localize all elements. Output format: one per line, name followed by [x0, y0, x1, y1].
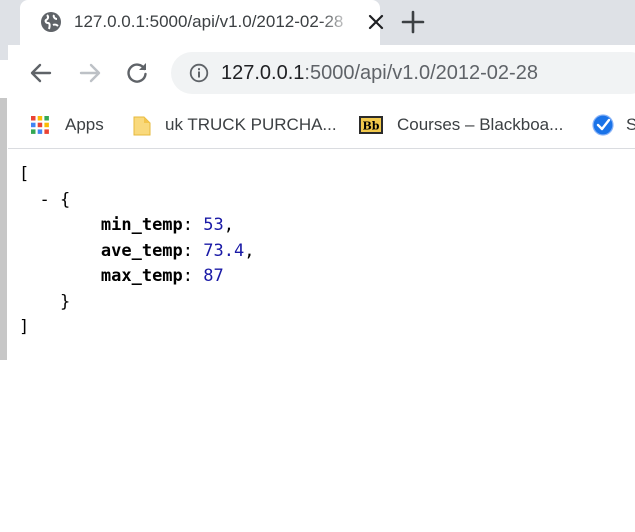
bookmarks-bar: Apps uk TRUCK PURCHA... Bb Courses – Bla… [8, 102, 635, 149]
json-field-row: min_temp: 53, [100, 215, 234, 235]
url-text[interactable]: 127.0.0.1:5000/api/v1.0/2012-02-28 [221, 61, 538, 85]
page-left-edge [0, 98, 7, 360]
url-path: :5000/api/v1.0/2012-02-28 [304, 62, 538, 84]
json-key: min_temp [100, 215, 183, 235]
folder-icon [132, 115, 152, 136]
bookmark-uk-truck[interactable]: uk TRUCK PURCHA... [132, 111, 337, 139]
tab-title: 127.0.0.1:5000/api/v1.0/2012-02-28 [74, 12, 344, 31]
new-tab-plus-icon[interactable] [400, 9, 426, 35]
json-key: max_temp [100, 266, 183, 286]
bookmark-label: S [626, 115, 635, 134]
back-arrow-icon[interactable] [28, 60, 54, 86]
bookmark-label: uk TRUCK PURCHA... [165, 115, 337, 134]
json-key: ave_temp [100, 240, 183, 261]
open-brace: { [59, 189, 71, 210]
json-field-row: ave_temp: 73.4, [100, 240, 255, 261]
apps-grid-icon [30, 115, 50, 135]
json-line: } [19, 290, 619, 316]
json-viewer: [ - { min_temp: 53, ave_temp: 73.4, max_… [19, 162, 619, 341]
svg-text:Bb: Bb [363, 120, 380, 133]
bookmark-s[interactable]: S [592, 111, 635, 139]
blackboard-icon: Bb [359, 115, 383, 135]
json-number-value: 73.4 [203, 240, 245, 261]
json-separator: , [223, 215, 234, 235]
tab-title-fade [320, 8, 354, 36]
json-number-value: 87 [203, 266, 224, 286]
address-bar[interactable]: 127.0.0.1:5000/api/v1.0/2012-02-28 [171, 52, 635, 94]
collapse-toggle[interactable]: - [39, 190, 49, 210]
tab-strip: 127.0.0.1:5000/api/v1.0/2012-02-28 [0, 0, 635, 45]
close-bracket: ] [19, 317, 30, 337]
window-edge [0, 45, 8, 60]
close-brace: } [59, 291, 71, 312]
bookmark-label: Apps [65, 115, 104, 134]
browser-tab[interactable]: 127.0.0.1:5000/api/v1.0/2012-02-28 [20, 0, 384, 45]
forward-arrow-icon[interactable] [77, 60, 103, 86]
json-number-value: 53 [203, 215, 224, 235]
open-bracket: [ [19, 164, 30, 184]
json-line: [ [19, 162, 619, 188]
browser-toolbar: 127.0.0.1:5000/api/v1.0/2012-02-28 [8, 45, 635, 102]
json-line: ] [19, 315, 619, 341]
json-separator: , [244, 240, 255, 261]
globe-icon [40, 11, 62, 33]
json-line: - { [19, 188, 619, 214]
close-icon[interactable] [366, 12, 386, 32]
bookmark-apps[interactable]: Apps [30, 111, 110, 139]
info-icon[interactable] [189, 63, 209, 83]
bookmark-label: Courses – Blackboa... [397, 115, 564, 134]
check-badge-icon [592, 114, 614, 136]
bookmark-blackboard[interactable]: Bb Courses – Blackboa... [359, 111, 574, 139]
reload-icon[interactable] [124, 60, 150, 86]
json-field-row: max_temp: 87 [100, 266, 224, 286]
url-host: 127.0.0.1 [221, 62, 305, 84]
